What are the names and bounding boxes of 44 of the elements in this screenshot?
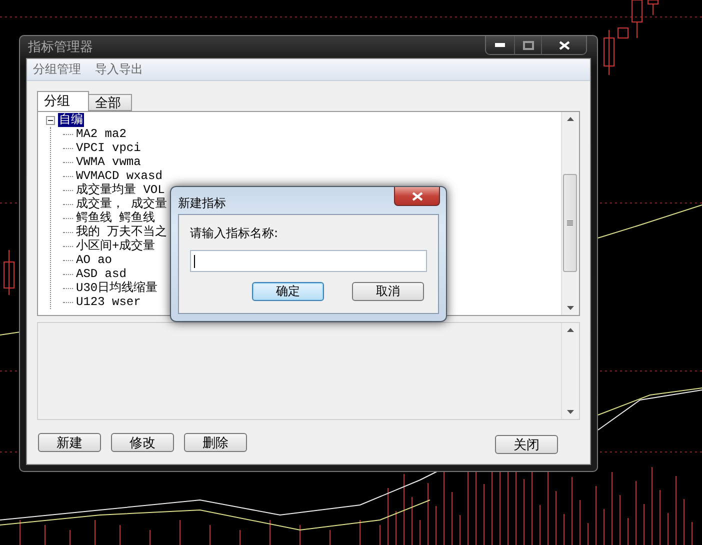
maximize-button[interactable]	[514, 36, 541, 54]
dialog-button[interactable]: 确定	[252, 282, 324, 301]
action-button[interactable]: 删除	[184, 433, 247, 452]
tree-item[interactable]: WVMACD wxasd	[75, 169, 164, 183]
tree-item[interactable]: VPCI vpci	[75, 141, 142, 155]
tree-item[interactable]: 自编	[58, 113, 84, 127]
collapse-toggle[interactable]	[46, 116, 55, 124]
scroll-down-icon[interactable]	[567, 410, 574, 414]
dialog-title: 新建指标	[178, 195, 226, 212]
close-icon	[558, 40, 570, 50]
minimize-icon	[495, 43, 505, 47]
close-button[interactable]	[394, 187, 440, 206]
scroll-up-icon[interactable]	[567, 117, 574, 121]
tree-item[interactable]: VWMA vwma	[75, 155, 142, 169]
tree-item[interactable]: 成交量， 成交量	[75, 197, 168, 211]
tree-item[interactable]: ASD asd	[75, 267, 128, 281]
minus-icon	[48, 118, 53, 122]
name-input-field[interactable]	[190, 250, 427, 272]
menu-item[interactable]: 导入导出	[95, 61, 143, 78]
grip-icon	[567, 220, 573, 226]
scrollbar[interactable]	[561, 112, 579, 315]
menu-item[interactable]: 分组管理	[33, 61, 81, 78]
tree-item[interactable]: 我的 万夫不当之	[75, 225, 168, 239]
tree-item[interactable]: AO ao	[75, 253, 114, 267]
maximize-icon	[522, 40, 534, 50]
dialog-button[interactable]: 取消	[352, 282, 424, 301]
tree-item[interactable]: U123 wser	[75, 295, 142, 309]
action-button[interactable]: 新建	[38, 433, 101, 452]
prompt-label: 请输入指标名称:	[190, 225, 280, 242]
tree-item[interactable]: 鳄鱼线 鳄鱼线	[75, 211, 156, 225]
tree-item[interactable]: 成交量均量 VOL	[75, 183, 166, 197]
scroll-down-icon[interactable]	[567, 306, 574, 310]
action-button[interactable]: 修改	[111, 433, 174, 452]
close-icon	[412, 192, 422, 200]
tree-item[interactable]: U30日均线缩量	[75, 281, 159, 295]
tab[interactable]: 分组	[37, 91, 89, 111]
minimize-button[interactable]	[486, 36, 514, 54]
tab[interactable]: 全部	[88, 94, 132, 111]
tree-item[interactable]: MA2 ma2	[75, 127, 128, 141]
window-title: 指标管理器	[27, 39, 93, 56]
scroll-up-icon[interactable]	[567, 328, 574, 332]
close-button[interactable]	[541, 36, 586, 54]
tree-item[interactable]: 小区间+成交量	[75, 239, 156, 253]
close-window-button[interactable]: 关闭	[495, 435, 558, 454]
